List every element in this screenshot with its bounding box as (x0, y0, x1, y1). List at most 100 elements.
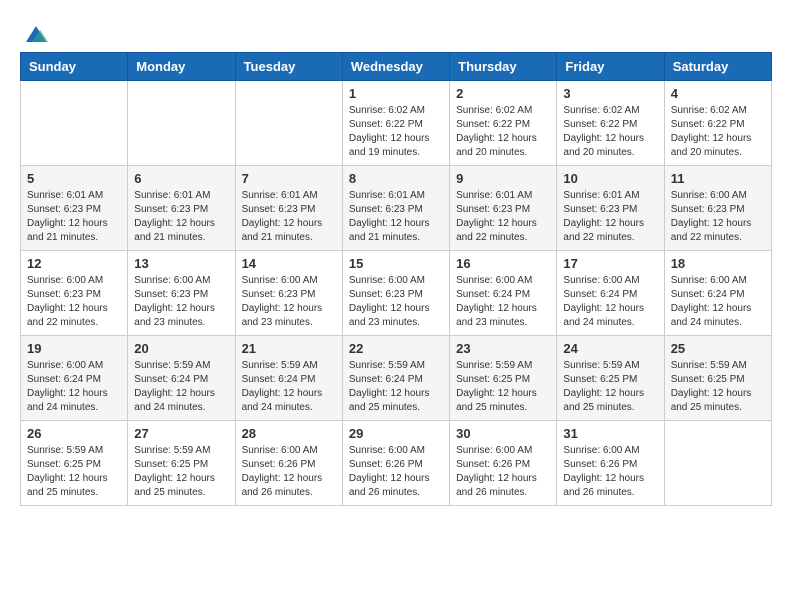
day-info: Sunrise: 6:00 AM Sunset: 6:24 PM Dayligh… (456, 274, 550, 330)
calendar-week-row: 5 Sunrise: 6:01 AM Sunset: 6:23 PM Daylig… (21, 166, 772, 251)
day-info: Sunrise: 6:02 AM Sunset: 6:22 PM Dayligh… (456, 104, 550, 160)
day-number: 22 (349, 341, 443, 356)
day-info: Sunrise: 5:59 AM Sunset: 6:25 PM Dayligh… (27, 444, 121, 500)
calendar-cell: 9 Sunrise: 6:01 AM Sunset: 6:23 PM Daylig… (450, 166, 557, 251)
day-number: 4 (671, 86, 765, 101)
day-number: 3 (563, 86, 657, 101)
day-number: 31 (563, 426, 657, 441)
calendar-cell (235, 81, 342, 166)
day-number: 8 (349, 171, 443, 186)
day-info: Sunrise: 6:01 AM Sunset: 6:23 PM Dayligh… (349, 189, 443, 245)
day-number: 28 (242, 426, 336, 441)
day-number: 20 (134, 341, 228, 356)
calendar-cell: 27 Sunrise: 5:59 AM Sunset: 6:25 PM Dayli… (128, 421, 235, 506)
calendar-cell: 24Sunrise: 5:59 AM Sunset: 6:25 PM Dayli… (557, 336, 664, 421)
weekday-header: Thursday (450, 53, 557, 81)
day-number: 5 (27, 171, 121, 186)
day-info: Sunrise: 6:00 AM Sunset: 6:26 PM Dayligh… (242, 444, 336, 500)
calendar-week-row: 19 Sunrise: 6:00 AM Sunset: 6:24 PM Dayli… (21, 336, 772, 421)
calendar-cell: 18 Sunrise: 6:00 AM Sunset: 6:24 PM Dayli… (664, 251, 771, 336)
day-info: Sunrise: 6:02 AM Sunset: 6:22 PM Dayligh… (349, 104, 443, 160)
calendar-cell: 11 Sunrise: 6:00 AM Sunset: 6:23 PM Dayli… (664, 166, 771, 251)
day-info: Sunrise: 6:01 AM Sunset: 6:23 PM Dayligh… (563, 189, 657, 245)
calendar-cell: 1 Sunrise: 6:02 AM Sunset: 6:22 PM Daylig… (342, 81, 449, 166)
logo (20, 20, 50, 42)
day-number: 23 (456, 341, 550, 356)
calendar-cell: 22 Sunrise: 5:59 AM Sunset: 6:24 PM Dayli… (342, 336, 449, 421)
day-number: 17 (563, 256, 657, 271)
calendar-cell: 25 Sunrise: 5:59 AM Sunset: 6:25 PM Dayli… (664, 336, 771, 421)
calendar-cell: 28 Sunrise: 6:00 AM Sunset: 6:26 PM Dayli… (235, 421, 342, 506)
calendar-cell: 6 Sunrise: 6:01 AM Sunset: 6:23 PM Daylig… (128, 166, 235, 251)
day-info: Sunrise: 5:59 AM Sunset: 6:24 PM Dayligh… (134, 359, 228, 415)
weekday-header: Friday (557, 53, 664, 81)
day-number: 29 (349, 426, 443, 441)
calendar-cell: 17Sunrise: 6:00 AM Sunset: 6:24 PM Dayli… (557, 251, 664, 336)
day-number: 15 (349, 256, 443, 271)
day-info: Sunrise: 6:00 AM Sunset: 6:23 PM Dayligh… (242, 274, 336, 330)
day-number: 18 (671, 256, 765, 271)
weekday-header: Monday (128, 53, 235, 81)
day-info: Sunrise: 5:59 AM Sunset: 6:25 PM Dayligh… (671, 359, 765, 415)
day-info: Sunrise: 6:00 AM Sunset: 6:24 PM Dayligh… (671, 274, 765, 330)
calendar-cell: 23 Sunrise: 5:59 AM Sunset: 6:25 PM Dayli… (450, 336, 557, 421)
weekday-header: Tuesday (235, 53, 342, 81)
calendar-header-row: SundayMondayTuesdayWednesdayThursdayFrid… (21, 53, 772, 81)
day-info: Sunrise: 6:01 AM Sunset: 6:23 PM Dayligh… (456, 189, 550, 245)
calendar-cell: 31Sunrise: 6:00 AM Sunset: 6:26 PM Dayli… (557, 421, 664, 506)
day-info: Sunrise: 5:59 AM Sunset: 6:24 PM Dayligh… (349, 359, 443, 415)
day-number: 13 (134, 256, 228, 271)
day-info: Sunrise: 6:00 AM Sunset: 6:23 PM Dayligh… (134, 274, 228, 330)
day-info: Sunrise: 5:59 AM Sunset: 6:25 PM Dayligh… (456, 359, 550, 415)
day-number: 2 (456, 86, 550, 101)
calendar-week-row: 12 Sunrise: 6:00 AM Sunset: 6:23 PM Dayli… (21, 251, 772, 336)
calendar-cell: 14 Sunrise: 6:00 AM Sunset: 6:23 PM Dayli… (235, 251, 342, 336)
day-info: Sunrise: 5:59 AM Sunset: 6:25 PM Dayligh… (134, 444, 228, 500)
calendar-cell: 20 Sunrise: 5:59 AM Sunset: 6:24 PM Dayli… (128, 336, 235, 421)
day-info: Sunrise: 6:00 AM Sunset: 6:23 PM Dayligh… (671, 189, 765, 245)
day-number: 30 (456, 426, 550, 441)
calendar-cell: 8 Sunrise: 6:01 AM Sunset: 6:23 PM Daylig… (342, 166, 449, 251)
day-number: 10 (563, 171, 657, 186)
day-number: 19 (27, 341, 121, 356)
day-number: 27 (134, 426, 228, 441)
calendar-week-row: 26 Sunrise: 5:59 AM Sunset: 6:25 PM Dayli… (21, 421, 772, 506)
day-info: Sunrise: 6:01 AM Sunset: 6:23 PM Dayligh… (27, 189, 121, 245)
calendar-cell: 21 Sunrise: 5:59 AM Sunset: 6:24 PM Dayli… (235, 336, 342, 421)
calendar-cell (128, 81, 235, 166)
day-info: Sunrise: 6:00 AM Sunset: 6:23 PM Dayligh… (27, 274, 121, 330)
day-number: 7 (242, 171, 336, 186)
calendar-cell: 15 Sunrise: 6:00 AM Sunset: 6:23 PM Dayli… (342, 251, 449, 336)
day-number: 25 (671, 341, 765, 356)
day-info: Sunrise: 6:00 AM Sunset: 6:26 PM Dayligh… (349, 444, 443, 500)
day-number: 12 (27, 256, 121, 271)
calendar-cell: 29 Sunrise: 6:00 AM Sunset: 6:26 PM Dayli… (342, 421, 449, 506)
day-number: 9 (456, 171, 550, 186)
logo-icon (22, 20, 50, 48)
day-number: 1 (349, 86, 443, 101)
calendar-week-row: 1 Sunrise: 6:02 AM Sunset: 6:22 PM Daylig… (21, 81, 772, 166)
day-number: 21 (242, 341, 336, 356)
day-info: Sunrise: 6:00 AM Sunset: 6:24 PM Dayligh… (27, 359, 121, 415)
day-number: 26 (27, 426, 121, 441)
calendar-table: SundayMondayTuesdayWednesdayThursdayFrid… (20, 52, 772, 506)
day-info: Sunrise: 5:59 AM Sunset: 6:24 PM Dayligh… (242, 359, 336, 415)
calendar-cell: 10 Sunrise: 6:01 AM Sunset: 6:23 PM Dayli… (557, 166, 664, 251)
calendar-cell: 3 Sunrise: 6:02 AM Sunset: 6:22 PM Daylig… (557, 81, 664, 166)
calendar-cell: 19 Sunrise: 6:00 AM Sunset: 6:24 PM Dayli… (21, 336, 128, 421)
calendar-cell: 7 Sunrise: 6:01 AM Sunset: 6:23 PM Daylig… (235, 166, 342, 251)
day-number: 14 (242, 256, 336, 271)
day-number: 6 (134, 171, 228, 186)
calendar-cell: 13 Sunrise: 6:00 AM Sunset: 6:23 PM Dayli… (128, 251, 235, 336)
day-info: Sunrise: 6:01 AM Sunset: 6:23 PM Dayligh… (134, 189, 228, 245)
day-info: Sunrise: 6:00 AM Sunset: 6:26 PM Dayligh… (456, 444, 550, 500)
calendar-cell: 30 Sunrise: 6:00 AM Sunset: 6:26 PM Dayli… (450, 421, 557, 506)
day-info: Sunrise: 6:01 AM Sunset: 6:23 PM Dayligh… (242, 189, 336, 245)
day-info: Sunrise: 6:00 AM Sunset: 6:23 PM Dayligh… (349, 274, 443, 330)
calendar-cell: 26 Sunrise: 5:59 AM Sunset: 6:25 PM Dayli… (21, 421, 128, 506)
day-number: 24 (563, 341, 657, 356)
day-number: 16 (456, 256, 550, 271)
calendar-cell: 2 Sunrise: 6:02 AM Sunset: 6:22 PM Daylig… (450, 81, 557, 166)
day-number: 11 (671, 171, 765, 186)
day-info: Sunrise: 6:02 AM Sunset: 6:22 PM Dayligh… (563, 104, 657, 160)
